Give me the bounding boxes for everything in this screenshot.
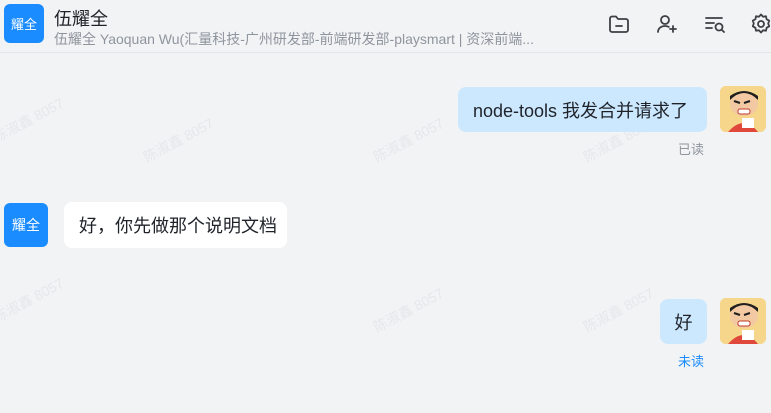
watermark: 陈淑鑫 8057 [370, 114, 447, 166]
chat-header: 耀全 伍耀全 伍耀全 Yaoquan Wu(汇量科技-广州研发部-前端研发部-p… [0, 0, 771, 53]
message-text: node-tools 我发合并请求了 [473, 100, 689, 121]
my-avatar[interactable] [720, 86, 766, 132]
folder-icon[interactable] [606, 11, 632, 37]
watermark: 陈淑鑫 8057 [0, 274, 67, 326]
message-bubble-theirs[interactable]: 好，你先做那个说明文档 [64, 202, 287, 248]
message-bubble-mine[interactable]: 好 [660, 299, 707, 344]
contact-avatar[interactable]: 耀全 [4, 203, 48, 247]
contact-avatar[interactable]: 耀全 [4, 4, 44, 43]
unread-status: 未读 [678, 354, 705, 369]
watermark: 陈淑鑫 8057 [140, 114, 217, 166]
contact-name: 伍耀全 [54, 9, 108, 29]
my-avatar[interactable] [720, 298, 766, 344]
gear-icon[interactable] [748, 11, 771, 37]
message-bubble-mine[interactable]: node-tools 我发合并请求了 [458, 87, 707, 132]
read-status: 已读 [678, 142, 705, 157]
add-user-icon[interactable] [654, 11, 680, 37]
watermark: 陈淑鑫 8057 [580, 284, 657, 336]
message-text: 好，你先做那个说明文档 [79, 216, 277, 236]
watermark: 陈淑鑫 8057 [0, 94, 67, 146]
message-text: 好 [674, 312, 693, 333]
contact-subtitle: 伍耀全 Yaoquan Wu(汇量科技-广州研发部-前端研发部-playsmar… [54, 31, 534, 47]
search-list-icon[interactable] [702, 11, 728, 37]
watermark: 陈淑鑫 8057 [370, 284, 447, 336]
